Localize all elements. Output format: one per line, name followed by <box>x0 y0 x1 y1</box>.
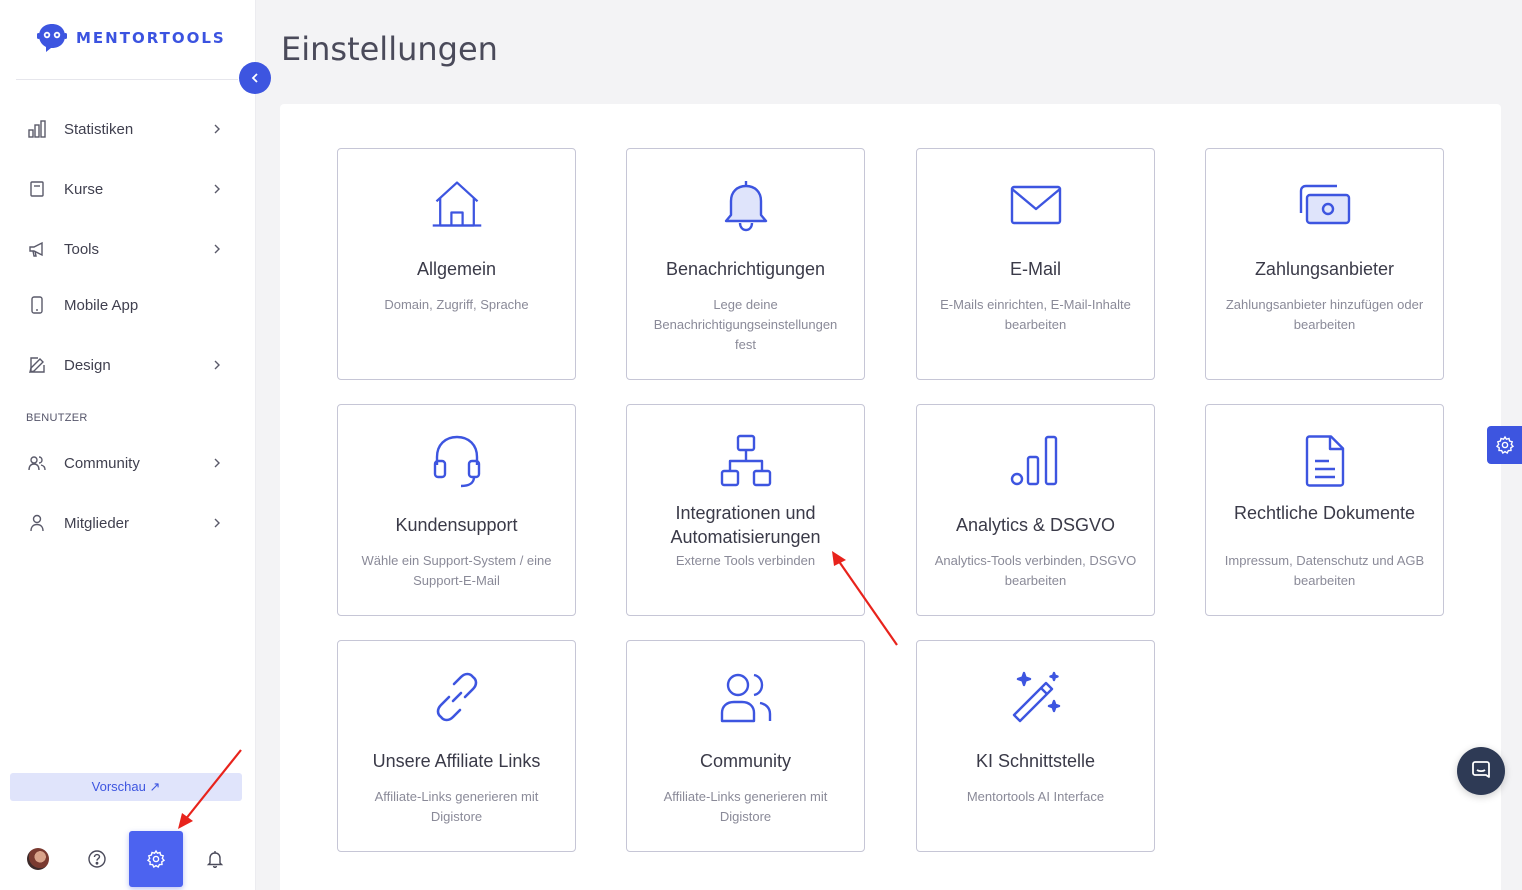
bar-chart-icon <box>26 118 48 140</box>
chevron-right-icon <box>214 360 220 370</box>
card-title: Analytics & DSGVO <box>955 515 1116 535</box>
sidebar-item-mobile-app[interactable]: Mobile App <box>16 285 236 325</box>
card-integrationen[interactable]: Integrationen und Automatisierungen Exte… <box>626 404 865 616</box>
card-title: KI Schnittstelle <box>975 751 1096 771</box>
card-rechtliche-dokumente[interactable]: Rechtliche Dokumente Impressum, Datensch… <box>1205 404 1444 616</box>
sidebar-item-tools[interactable]: Tools <box>16 229 236 269</box>
sidebar-item-label: Community <box>64 454 140 472</box>
card-title: Benachrichtigungen <box>665 259 826 279</box>
card-affiliate-links[interactable]: Unsere Affiliate Links Affiliate-Links g… <box>337 640 576 852</box>
chevron-left-icon <box>251 73 258 83</box>
sidebar-bottom-bar <box>0 830 256 890</box>
help-icon[interactable] <box>86 848 108 870</box>
sidebar-item-label: Kurse <box>64 180 104 198</box>
card-description: Mentortools AI Interface <box>966 789 1105 804</box>
card-title: Unsere Affiliate Links <box>372 751 541 771</box>
settings-button[interactable] <box>129 831 183 887</box>
card-description: E-Mails einrichten, E-Mail-Inhalte bearb… <box>940 297 1131 332</box>
card-analytics-dsgvo[interactable]: Analytics & DSGVO Analytics-Tools verbin… <box>916 404 1155 616</box>
sidebar-item-label: Mitglieder <box>64 514 130 532</box>
book-icon <box>26 178 48 200</box>
sidebar-item-mitglieder[interactable]: Mitglieder <box>16 503 236 543</box>
card-title: Kundensupport <box>395 515 518 535</box>
card-description: Domain, Zugriff, Sprache <box>384 297 529 312</box>
sidebar-item-kurse[interactable]: Kurse <box>16 169 236 209</box>
logo-text: MENTORTOOLS <box>76 29 226 47</box>
card-description: Lege deine Benachrichtigungseinstellunge… <box>653 297 838 352</box>
sidebar-item-label: Statistiken <box>64 120 134 138</box>
gear-icon <box>1495 435 1515 455</box>
sidebar: MENTORTOOLS Statistiken Kurse Tools Mobi… <box>0 0 256 890</box>
card-title: Zahlungsanbieter <box>1254 259 1395 279</box>
users-icon <box>26 452 48 474</box>
preview-button[interactable]: Vorschau ↗ <box>10 773 242 801</box>
card-title: Integrationen und Automatisierungen <box>670 503 821 547</box>
chat-button[interactable] <box>1457 747 1505 795</box>
card-description: Zahlungsanbieter hinzufügen oder bearbei… <box>1225 297 1424 332</box>
gear-icon <box>146 849 166 869</box>
magic-wand-icon <box>1008 669 1064 725</box>
analytics-icon <box>1008 433 1064 489</box>
card-title: Community <box>699 751 792 771</box>
card-title: E-Mail <box>1009 259 1061 279</box>
card-description: Externe Tools verbinden <box>675 553 816 568</box>
sitemap-icon <box>718 433 774 489</box>
home-icon <box>429 177 485 233</box>
card-title: Rechtliche Dokumente <box>1233 503 1416 523</box>
chevron-right-icon <box>214 518 220 528</box>
logo-icon <box>37 24 67 52</box>
card-benachrichtigungen[interactable]: Benachrichtigungen Lege deine Benachrich… <box>626 148 865 380</box>
card-ki-schnittstelle[interactable]: KI Schnittstelle Mentortools AI Interfac… <box>916 640 1155 852</box>
card-description: Impressum, Datenschutz und AGB bearbeite… <box>1224 553 1425 588</box>
chat-icon <box>1472 761 1490 778</box>
card-kundensupport[interactable]: Kundensupport Wähle ein Support-System /… <box>337 404 576 616</box>
user-icon <box>26 512 48 534</box>
card-community[interactable]: Community Affiliate-Links generieren mit… <box>626 640 865 852</box>
card-description: Wähle ein Support-System / eine Support-… <box>361 553 552 588</box>
link-icon <box>429 669 485 725</box>
card-title: Allgemein <box>416 259 497 279</box>
sidebar-item-label: Tools <box>64 240 100 258</box>
card-allgemein[interactable]: Allgemein Domain, Zugriff, Sprache <box>337 148 576 380</box>
mobile-icon <box>26 294 48 316</box>
section-title-benutzer: BENUTZER <box>26 412 88 424</box>
sidebar-item-label: Mobile App <box>64 296 139 314</box>
card-description: Affiliate-Links generieren mit Digistore <box>663 789 828 824</box>
card-description: Analytics-Tools verbinden, DSGVO bearbei… <box>934 553 1137 588</box>
chevron-right-icon <box>214 124 220 134</box>
pencil-icon <box>26 354 48 376</box>
card-description: Affiliate-Links generieren mit Digistore <box>374 789 539 824</box>
document-icon <box>1297 433 1353 489</box>
bell-icon[interactable] <box>204 848 226 870</box>
envelope-icon <box>1008 177 1064 233</box>
money-icon <box>1297 177 1353 233</box>
sidebar-item-design[interactable]: Design <box>16 345 236 385</box>
sidebar-item-community[interactable]: Community <box>16 443 236 483</box>
sidebar-item-statistiken[interactable]: Statistiken <box>16 109 236 149</box>
chevron-right-icon <box>214 244 220 254</box>
users-icon <box>718 669 774 725</box>
megaphone-icon <box>26 238 48 260</box>
logo[interactable]: MENTORTOOLS <box>36 22 226 54</box>
page-title: Einstellungen <box>281 30 498 68</box>
bell-icon <box>718 177 774 233</box>
chevron-right-icon <box>214 184 220 194</box>
card-zahlungsanbieter[interactable]: Zahlungsanbieter Zahlungsanbieter hinzuf… <box>1205 148 1444 380</box>
headset-icon <box>429 433 485 489</box>
collapse-sidebar-button[interactable] <box>239 62 271 94</box>
card-e-mail[interactable]: E-Mail E-Mails einrichten, E-Mail-Inhalt… <box>916 148 1155 380</box>
avatar[interactable] <box>27 848 49 870</box>
floating-settings-button[interactable] <box>1487 426 1522 464</box>
chevron-right-icon <box>214 458 220 468</box>
divider <box>16 79 238 80</box>
sidebar-item-label: Design <box>64 356 111 374</box>
